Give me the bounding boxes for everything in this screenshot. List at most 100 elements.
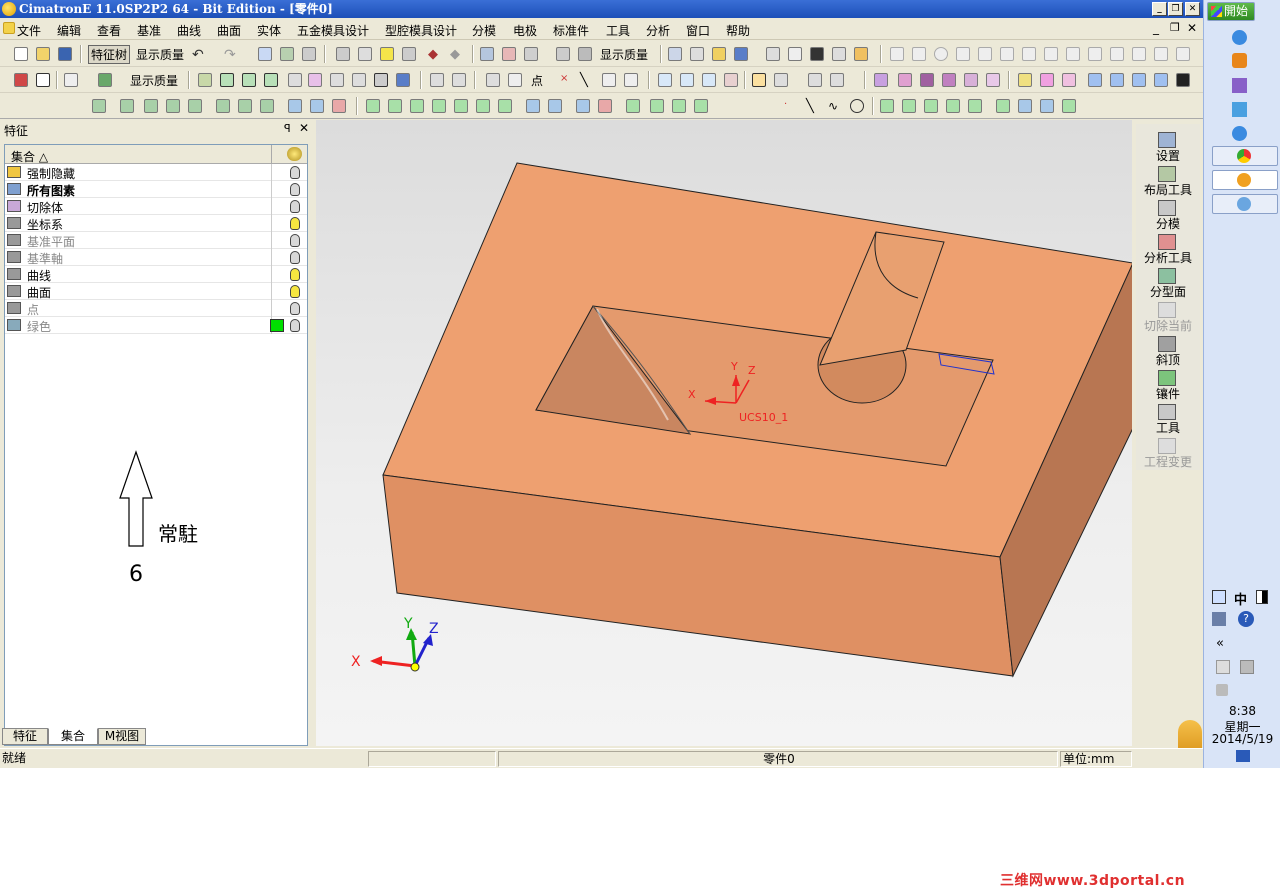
measure-icon[interactable] bbox=[502, 47, 516, 61]
pick-icon[interactable] bbox=[98, 73, 112, 87]
menu-standard-parts[interactable]: 标准件 bbox=[553, 22, 589, 39]
surface-op-13-icon[interactable] bbox=[650, 99, 664, 113]
doc-close-button[interactable]: ✕ bbox=[1187, 21, 1197, 35]
curve-op-5-icon[interactable] bbox=[968, 99, 982, 113]
menu-parting[interactable]: 分模 bbox=[472, 22, 496, 39]
surface-1-icon[interactable] bbox=[1018, 73, 1032, 87]
surface-op-15-icon[interactable] bbox=[694, 99, 708, 113]
menu-mold-design[interactable]: 型腔模具设计 bbox=[385, 22, 457, 39]
menu-file[interactable]: 文件 bbox=[17, 22, 41, 39]
curve-tool-4-icon[interactable] bbox=[978, 47, 992, 61]
start-button[interactable]: 開始 bbox=[1207, 2, 1255, 21]
select-icon[interactable] bbox=[336, 47, 350, 61]
folder-icon[interactable] bbox=[1232, 102, 1247, 117]
line-width-icon[interactable] bbox=[810, 47, 824, 61]
solid-4-icon[interactable] bbox=[942, 73, 956, 87]
curve-op-3-icon[interactable] bbox=[924, 99, 938, 113]
surface-op-10-icon[interactable] bbox=[576, 99, 590, 113]
show-all-icon[interactable] bbox=[280, 47, 294, 61]
task-paint[interactable] bbox=[1212, 194, 1278, 214]
visibility-bulb-icon[interactable] bbox=[290, 302, 300, 315]
tab-features[interactable]: 特征 bbox=[2, 728, 48, 745]
curve-op-9-icon[interactable] bbox=[1062, 99, 1076, 113]
visibility-bulb-icon[interactable] bbox=[290, 234, 300, 247]
menu-tools[interactable]: 工具 bbox=[606, 22, 630, 39]
tree-row[interactable]: 强制隐藏 bbox=[5, 164, 307, 181]
curve-op-8-icon[interactable] bbox=[1040, 99, 1054, 113]
solid-op-3-icon[interactable] bbox=[144, 99, 158, 113]
axis-2-icon[interactable] bbox=[1110, 73, 1124, 87]
tray-expand-button[interactable]: « bbox=[1216, 636, 1224, 651]
visibility-column-icon[interactable] bbox=[287, 147, 302, 161]
visibility-bulb-icon[interactable] bbox=[290, 183, 300, 196]
tree-row[interactable]: 所有图素 bbox=[5, 181, 307, 198]
pin-icon[interactable]: ꟼ bbox=[284, 122, 291, 135]
funnel-4-icon[interactable] bbox=[352, 73, 366, 87]
tool-parting-surface[interactable]: 分型面 bbox=[1136, 266, 1200, 300]
display-quality-button-2[interactable]: 显示质量 bbox=[600, 46, 648, 63]
solid-op-6-icon[interactable] bbox=[216, 99, 230, 113]
curve-tool-1-icon[interactable] bbox=[890, 47, 904, 61]
menu-window[interactable]: 窗口 bbox=[686, 22, 710, 39]
tool-lifter[interactable]: 斜顶 bbox=[1136, 334, 1200, 368]
filter-3-icon[interactable] bbox=[242, 73, 256, 87]
solid-op-10-icon[interactable] bbox=[310, 99, 324, 113]
pan-icon[interactable] bbox=[724, 73, 738, 87]
solid-1-icon[interactable] bbox=[874, 73, 888, 87]
zoom-window-icon[interactable] bbox=[658, 73, 672, 87]
circle-tool-icon[interactable] bbox=[934, 47, 948, 61]
object-filter-icon[interactable] bbox=[302, 47, 316, 61]
arrow-left-icon[interactable]: ◆ bbox=[428, 47, 442, 62]
switch-icon[interactable] bbox=[396, 73, 410, 87]
glasses-icon[interactable] bbox=[258, 47, 272, 61]
bulb-off-icon[interactable] bbox=[358, 47, 372, 61]
curve-tool-9-icon[interactable] bbox=[1088, 47, 1102, 61]
curve-tool-10-icon[interactable] bbox=[1110, 47, 1124, 61]
undo-icon[interactable]: ↶ bbox=[192, 47, 206, 63]
surface-op-11-icon[interactable] bbox=[598, 99, 612, 113]
keyboard-icon[interactable] bbox=[1212, 612, 1226, 626]
solid-5-icon[interactable] bbox=[964, 73, 978, 87]
surface-op-9-icon[interactable] bbox=[548, 99, 562, 113]
tool-analysis[interactable]: 分析工具 bbox=[1136, 232, 1200, 266]
tool-setup[interactable]: 设置 bbox=[1136, 130, 1200, 164]
minimize-button[interactable]: _ bbox=[1152, 2, 1167, 16]
curve-tool-2-icon[interactable] bbox=[912, 47, 926, 61]
menu-surface[interactable]: 曲面 bbox=[217, 22, 241, 39]
view-dropdown-icon[interactable] bbox=[774, 73, 788, 87]
curve-op-6-icon[interactable] bbox=[996, 99, 1010, 113]
ime-indicator[interactable]: 中 bbox=[1234, 589, 1247, 608]
axis-1-icon[interactable] bbox=[1088, 73, 1102, 87]
display-quality-button-3[interactable]: 显示质量 bbox=[130, 72, 178, 89]
sketch-circle-icon[interactable] bbox=[850, 99, 864, 113]
sketch-point-icon[interactable]: · bbox=[784, 99, 798, 113]
curve-op-7-icon[interactable] bbox=[1018, 99, 1032, 113]
axis-3-icon[interactable] bbox=[1132, 73, 1146, 87]
surface-op-2-icon[interactable] bbox=[388, 99, 402, 113]
filter-4-icon[interactable] bbox=[264, 73, 278, 87]
surface-op-14-icon[interactable] bbox=[672, 99, 686, 113]
vs-icon[interactable] bbox=[1232, 78, 1247, 93]
surface-op-3-icon[interactable] bbox=[410, 99, 424, 113]
paint-bucket-icon[interactable] bbox=[734, 47, 748, 61]
sketch-curve-icon[interactable] bbox=[508, 73, 522, 87]
redo-icon[interactable]: ↷ bbox=[224, 47, 238, 63]
render-mode-icon[interactable] bbox=[808, 73, 822, 87]
xyz-tool-icon[interactable] bbox=[1132, 47, 1146, 61]
menu-solid[interactable]: 实体 bbox=[257, 22, 281, 39]
arrow-right-icon[interactable]: ◆ bbox=[450, 47, 464, 62]
flag-icon[interactable] bbox=[1216, 660, 1230, 674]
menu-help[interactable]: 帮助 bbox=[726, 22, 750, 39]
visibility-bulb-icon[interactable] bbox=[290, 251, 300, 264]
sketch-icon[interactable] bbox=[486, 73, 500, 87]
iso-view-icon[interactable] bbox=[752, 73, 766, 87]
network-icon[interactable] bbox=[1240, 660, 1254, 674]
tool-parting[interactable]: 分模 bbox=[1136, 198, 1200, 232]
menu-view[interactable]: 查看 bbox=[97, 22, 121, 39]
ie-icon[interactable] bbox=[1232, 30, 1247, 45]
clock-time[interactable]: 8:38 bbox=[1204, 704, 1280, 718]
tab-mviews[interactable]: M视图 bbox=[98, 728, 146, 745]
curve-tool-8-icon[interactable] bbox=[1066, 47, 1080, 61]
menu-die-design[interactable]: 五金模具设计 bbox=[297, 22, 369, 39]
tree-row[interactable]: 曲线 bbox=[5, 266, 307, 283]
